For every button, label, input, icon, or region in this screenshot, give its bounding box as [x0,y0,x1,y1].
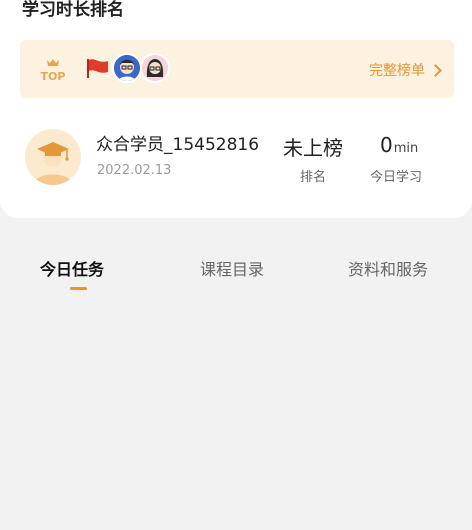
study-time-label: 今日学习 [370,170,423,185]
study-time-unit: min [393,141,419,156]
tab-materials-services[interactable]: 资料和服务 [348,256,428,280]
avatar-girl [140,53,170,83]
chevron-right-icon [429,63,442,77]
section-title: 学习时长排名 [22,0,124,20]
top-badge-icon: TOP [41,59,66,83]
tab-course-catalog[interactable]: 课程目录 [200,256,264,280]
page: 学习时长排名 TOP 完整榜单 众合学员_15452816 2022.02.13… [0,0,472,530]
rank-value: 未上榜 [283,136,343,160]
avatar-boy [112,53,142,83]
top-badge-text: TOP [41,70,66,83]
ranking-card: 学习时长排名 TOP 完整榜单 众合学员_15452816 2022.02.13… [0,0,472,218]
full-rank-link[interactable]: 完整榜单 [369,60,442,80]
study-time: 0min [380,133,418,157]
active-tab-indicator [70,287,87,290]
rank-label: 排名 [300,170,327,185]
full-rank-label: 完整榜单 [369,63,425,79]
user-name: 众合学员_15452816 [96,135,260,155]
flag-icon [87,59,108,78]
tab-today-tasks[interactable]: 今日任务 [40,256,104,280]
tab-bar: 今日任务 课程目录 资料和服务 [0,252,472,292]
user-avatar[interactable] [25,129,81,185]
study-time-value: 0 [380,133,393,157]
user-date: 2022.02.13 [97,163,172,178]
rank-banner[interactable]: TOP 完整榜单 [20,40,454,98]
